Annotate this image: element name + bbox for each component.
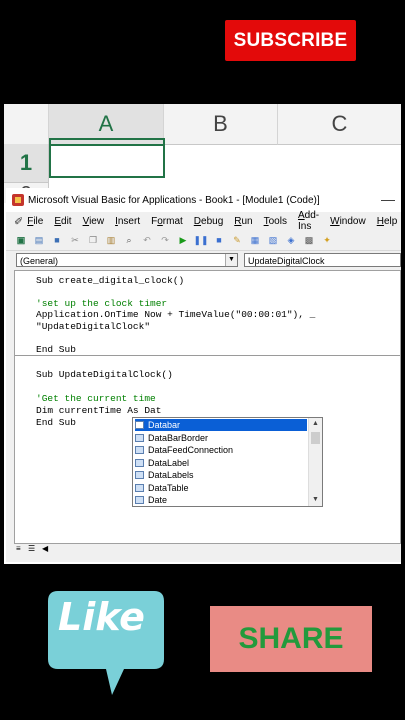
intellisense-item[interactable]: DataTable — [135, 482, 307, 494]
like-badge[interactable]: Like — [44, 587, 168, 697]
horizontal-scrollbar[interactable]: ≡ ☰ ◀ — [14, 544, 401, 556]
insert-module-icon[interactable]: ▤ — [32, 234, 46, 247]
intellisense-item[interactable]: Date — [135, 494, 307, 506]
object-combo-value: (General) — [20, 256, 59, 266]
column-header-b[interactable]: B — [164, 104, 278, 145]
like-label: Like — [58, 595, 145, 639]
module-icon — [135, 496, 144, 504]
menu-tools[interactable]: Tools — [264, 216, 287, 227]
intellisense-item[interactable]: Databar — [135, 419, 307, 431]
cut-icon[interactable]: ✂ — [68, 234, 82, 247]
row-header-1[interactable]: 1 — [4, 144, 49, 183]
menu-format[interactable]: Format — [151, 216, 183, 227]
intellisense-item[interactable]: DataLabels — [135, 469, 307, 481]
menu-run[interactable]: Run — [234, 216, 252, 227]
minimize-icon[interactable]: — — [381, 191, 395, 207]
redo-icon[interactable]: ↷ — [158, 234, 172, 247]
class-icon — [135, 446, 144, 454]
intellisense-item-label: DataLabel — [148, 457, 190, 468]
menu-help[interactable]: Help — [377, 216, 398, 227]
view-excel-icon[interactable]: ▣ — [14, 234, 28, 247]
scroll-down-icon[interactable]: ▼ — [309, 494, 322, 506]
chevron-down-icon[interactable]: ▼ — [225, 254, 237, 266]
procedure-combo-value: UpdateDigitalClock — [248, 256, 325, 266]
column-header-c[interactable]: C — [278, 104, 401, 145]
cell-a1[interactable] — [49, 138, 165, 178]
intellisense-item[interactable]: DataLabel — [135, 457, 307, 469]
intellisense-dropdown: Databar DataBarBorder DataFeedConnection… — [132, 417, 323, 507]
project-explorer-icon[interactable]: ▦ — [248, 234, 262, 247]
intellisense-item[interactable]: DataFeedConnection — [135, 444, 307, 456]
select-all-corner[interactable] — [4, 104, 49, 145]
subscribe-button[interactable]: SUBSCRIBE — [225, 20, 356, 61]
reset-icon[interactable]: ■ — [212, 234, 226, 247]
intellisense-item-label: DataFeedConnection — [148, 445, 234, 455]
object-combo[interactable]: (General) ▼ — [16, 253, 238, 267]
intellisense-scrollbar[interactable]: ▲ ▼ — [308, 418, 322, 506]
intellisense-item-label: DataLabels — [148, 470, 194, 480]
code-line: "UpdateDigitalClock" — [36, 321, 151, 332]
help-icon[interactable]: ✦ — [320, 234, 334, 247]
code-line: Sub UpdateDigitalClock() — [36, 369, 173, 380]
code-comment: 'Get the current time — [36, 393, 156, 404]
intellisense-item-label: Databar — [148, 420, 181, 430]
design-mode-icon[interactable]: ✎ — [230, 234, 244, 247]
class-icon — [135, 458, 144, 467]
class-icon — [135, 483, 144, 492]
pause-icon[interactable]: ❚❚ — [193, 234, 208, 247]
vba-toolbar: ▣ ▤ ■ ✂ ❐ ▥ ⌕ ↶ ↷ ▶ ❚❚ ■ ✎ ▦ ▧ ◈ ▩ ✦ — [6, 230, 401, 251]
paste-icon[interactable]: ▥ — [104, 234, 118, 247]
scroll-up-icon[interactable]: ▲ — [309, 418, 322, 430]
menu-debug[interactable]: Debug — [194, 216, 223, 227]
find-icon[interactable]: ⌕ — [122, 234, 136, 247]
code-line: Sub create_digital_clock() — [36, 275, 185, 286]
class-icon — [135, 471, 144, 479]
share-button[interactable]: SHARE — [210, 606, 372, 672]
code-line: End Sub — [36, 344, 76, 355]
code-line-current: Dim currentTime As Dat — [36, 405, 162, 416]
vba-window-title: Microsoft Visual Basic for Applications … — [28, 194, 320, 206]
procedure-separator — [15, 355, 400, 356]
scroll-left-icon[interactable]: ◀ — [42, 544, 48, 553]
code-line: Application.OnTime Now + TimeValue("00:0… — [36, 309, 316, 320]
intellisense-item-label: DataTable — [148, 482, 189, 493]
undo-icon[interactable]: ↶ — [140, 234, 154, 247]
object-browser-icon[interactable]: ◈ — [284, 234, 298, 247]
menu-file[interactable]: File — [27, 216, 43, 227]
procedure-combo[interactable]: UpdateDigitalClock — [244, 253, 401, 267]
toolbox-icon[interactable]: ▩ — [302, 234, 316, 247]
vba-title-bar: Microsoft Visual Basic for Applications … — [6, 188, 401, 212]
code-line: End Sub — [36, 417, 76, 428]
intellisense-item[interactable]: DataBarBorder — [135, 432, 307, 444]
code-comment: 'set up the clock timer — [36, 298, 168, 309]
save-icon[interactable]: ■ — [50, 234, 64, 247]
class-icon — [135, 421, 144, 429]
vba-app-icon — [12, 194, 24, 206]
run-icon[interactable]: ▶ — [176, 234, 190, 247]
full-module-view-icon[interactable]: ☰ — [28, 544, 35, 553]
copy-icon[interactable]: ❐ — [86, 234, 100, 247]
menu-view[interactable]: View — [83, 216, 105, 227]
procedure-view-icon[interactable]: ≡ — [16, 544, 21, 553]
menu-insert[interactable]: Insert — [115, 216, 140, 227]
code-combos: (General) ▼ UpdateDigitalClock — [6, 251, 401, 269]
menu-add-ins[interactable]: Add-Ins — [298, 210, 319, 232]
class-icon — [135, 433, 144, 442]
menu-edit[interactable]: Edit — [54, 216, 71, 227]
vba-menu-bar: ✐ File Edit View Insert Format Debug Run… — [6, 210, 401, 232]
intellisense-item-label: Date — [148, 495, 168, 505]
scroll-thumb[interactable] — [311, 432, 320, 444]
menu-window[interactable]: Window — [330, 216, 366, 227]
intellisense-item-label: DataBarBorder — [148, 432, 209, 443]
module-icon: ✐ — [14, 215, 24, 228]
vba-editor-window: Microsoft Visual Basic for Applications … — [6, 188, 401, 562]
properties-icon[interactable]: ▧ — [266, 234, 280, 247]
